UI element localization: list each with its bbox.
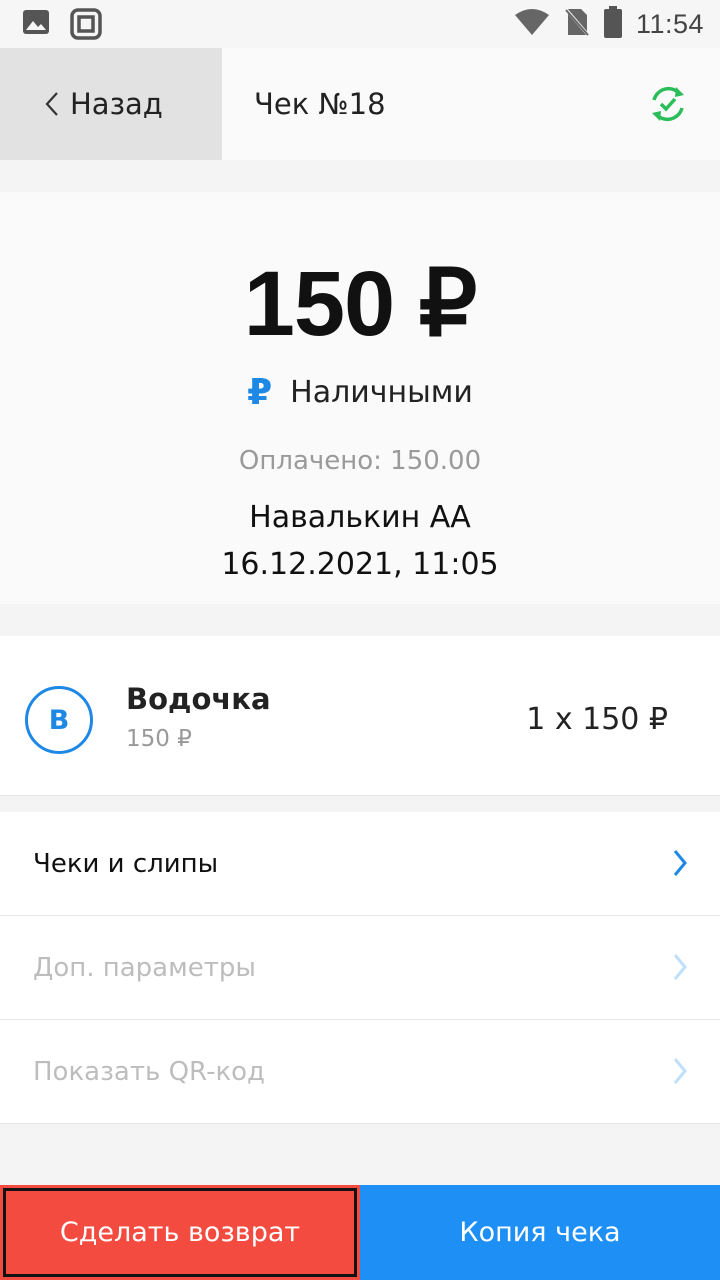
menu-item-receipts-slips[interactable]: Чеки и слипы [0, 812, 720, 916]
menu-item-label: Чеки и слипы [33, 848, 219, 879]
back-label: Назад [70, 87, 163, 121]
app-header: Назад Чек №18 [0, 48, 720, 160]
chevron-right-icon [672, 849, 688, 884]
list-item[interactable]: В Водочка 150 ₽ 1 x 150 ₽ [0, 636, 720, 796]
menu-item-label: Доп. параметры [33, 952, 256, 983]
chevron-right-icon [672, 953, 688, 988]
page-title: Чек №18 [254, 87, 386, 121]
item-avatar: В [25, 686, 93, 754]
receipt-copy-button[interactable]: Копия чека [360, 1185, 720, 1280]
menu-item-show-qr[interactable]: Показать QR-код [0, 1020, 720, 1124]
chevron-left-icon [44, 91, 60, 117]
total-amount: 150 ₽ [243, 253, 478, 355]
payment-method-label: Наличными [290, 375, 473, 410]
item-quantity: 1 x 150 ₽ [526, 702, 668, 737]
menu-item-extra-params[interactable]: Доп. параметры [0, 916, 720, 1020]
receipt-menu: Чеки и слипы Доп. параметры Показать QR-… [0, 812, 720, 1124]
clock-text: 11:54 [635, 8, 704, 39]
battery-icon [603, 6, 622, 42]
ruble-icon: ₽ [247, 372, 273, 413]
item-price: 150 ₽ [126, 726, 192, 752]
refund-button[interactable]: Сделать возврат [0, 1185, 360, 1280]
image-icon [22, 8, 50, 44]
menu-item-label: Показать QR-код [33, 1056, 266, 1087]
payment-method: ₽ Наличными [0, 372, 720, 413]
receipt-datetime: 16.12.2021, 11:05 [221, 547, 499, 582]
wifi-icon [514, 8, 550, 40]
item-name: Водочка [126, 682, 271, 716]
chevron-right-icon [672, 1057, 688, 1092]
paid-amount: Оплачено: 150.00 [238, 446, 482, 476]
sync-check-icon[interactable] [647, 83, 689, 129]
no-sim-icon [563, 7, 591, 41]
receipt-summary: 150 ₽ ₽ Наличными Оплачено: 150.00 Навал… [0, 192, 720, 604]
screen-record-icon [70, 8, 102, 44]
back-button[interactable]: Назад [0, 48, 222, 160]
status-bar: 11:54 [0, 0, 720, 48]
cashier-name: Навалькин АА [249, 500, 471, 535]
